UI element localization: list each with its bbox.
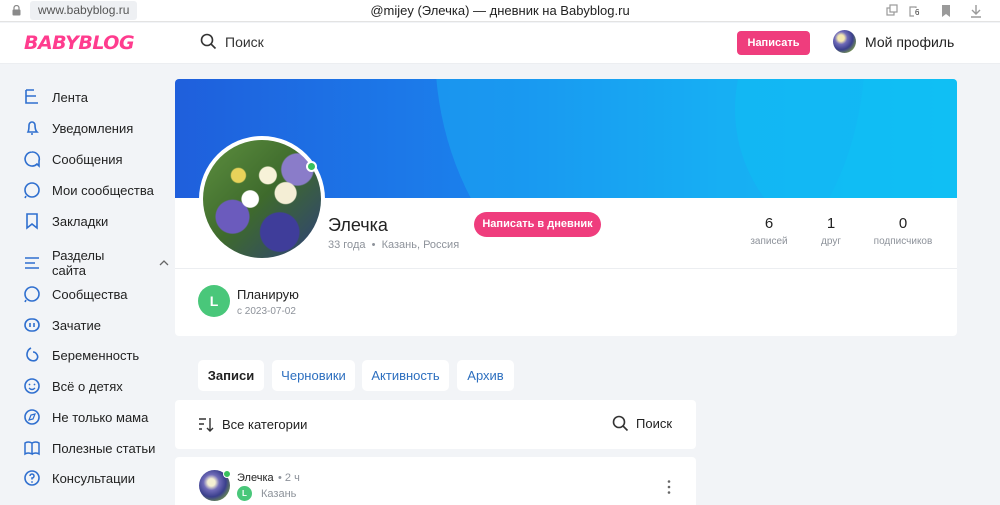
stat-friends[interactable]: 1 друг	[811, 215, 851, 247]
sidebar-item-sections[interactable]: Разделы сайта	[23, 248, 170, 278]
stat-posts[interactable]: 6 записей	[744, 215, 794, 247]
posts-filter-bar: Все категории Поиск	[175, 400, 696, 449]
chevron-up-icon[interactable]	[158, 257, 170, 269]
category-filter-label: Все категории	[222, 417, 308, 432]
sidebar-item-label: Полезные статьи	[52, 440, 156, 456]
sidebar-item-label: Лента	[52, 89, 88, 105]
book-icon	[24, 441, 40, 456]
sidebar-item-label: Всё о детях	[52, 378, 123, 394]
sidebar-item-label: Закладки	[52, 213, 109, 229]
sidebar: Лента Уведомления Сообщения Мои сообщест…	[0, 64, 170, 505]
post-separator: •	[278, 472, 282, 484]
status-date: с 2023-07-02	[237, 306, 296, 317]
profile-avatar[interactable]	[199, 136, 325, 262]
online-indicator	[306, 161, 317, 172]
stat-label: друг	[821, 236, 841, 247]
sidebar-item-notifications[interactable]: Уведомления	[23, 118, 133, 138]
posts-search-label: Поиск	[636, 416, 673, 431]
stat-value: 6	[764, 215, 774, 232]
avatar	[833, 30, 856, 53]
stat-label: подписчиков	[873, 236, 933, 247]
bookmark-star-icon[interactable]	[938, 3, 954, 19]
sidebar-item-my-communities[interactable]: Мои сообщества	[23, 180, 154, 200]
download-icon[interactable]	[968, 3, 984, 19]
tab-archive[interactable]: Архив	[457, 360, 514, 391]
sidebar-item-label: Беременность	[52, 347, 140, 363]
write-button[interactable]: Написать	[737, 31, 810, 55]
stat-label: записей	[750, 236, 788, 247]
copy-icon[interactable]	[884, 3, 900, 19]
header-search-label: Поиск	[225, 33, 264, 50]
site-header: BABYBLOG Поиск Написать Мой профиль	[0, 23, 1000, 64]
my-profile-label: Мой профиль	[865, 33, 955, 50]
smile-icon	[24, 378, 40, 394]
sidebar-item-label: Сообщения	[52, 151, 123, 167]
community-icon	[24, 182, 40, 199]
pregnancy-icon	[26, 347, 39, 362]
profile-location: Казань, Россия	[381, 239, 460, 251]
stat-value: 1	[826, 215, 836, 232]
sidebar-item-label: Уведомления	[52, 120, 134, 136]
profile-card: Элечка 33 года • Казань, Россия Написать…	[175, 79, 957, 336]
post-city: Казань	[261, 488, 297, 500]
search-icon	[200, 33, 217, 50]
header-search[interactable]: Поиск	[200, 33, 264, 50]
sidebar-item-label: Консультации	[52, 470, 136, 486]
sidebar-item-label: Зачатие	[52, 317, 101, 333]
sidebar-item-not-only-mom[interactable]: Не только мама	[23, 407, 148, 427]
community-icon	[24, 286, 40, 303]
sidebar-item-articles[interactable]: Полезные статьи	[23, 438, 155, 458]
question-icon	[24, 470, 40, 486]
post-time: • 2 ч	[278, 472, 300, 484]
online-indicator	[223, 470, 231, 478]
chat-icon	[24, 151, 41, 168]
sidebar-item-messages[interactable]: Сообщения	[23, 149, 123, 169]
sidebar-item-pregnancy[interactable]: Беременность	[23, 345, 139, 365]
tab-activity[interactable]: Активность	[362, 360, 449, 391]
sidebar-item-label: Мои сообщества	[52, 182, 154, 198]
profile-meta: 33 года • Казань, Россия	[328, 239, 459, 251]
home-icon	[25, 89, 38, 104]
conception-icon	[24, 318, 40, 332]
status-badge: L	[198, 285, 230, 317]
status-title: Планирую	[237, 287, 299, 302]
compass-icon	[24, 409, 40, 425]
meta-separator: •	[371, 239, 376, 251]
post-card[interactable]: Элечка • 2 ч L Казань	[175, 457, 696, 505]
more-options-icon[interactable]	[666, 479, 672, 495]
sidebar-item-conception[interactable]: Зачатие	[23, 315, 101, 335]
category-filter[interactable]: Все категории	[197, 416, 307, 433]
status-badge: L	[237, 486, 252, 501]
sort-icon	[199, 418, 214, 432]
tab-drafts[interactable]: Черновики	[272, 360, 355, 391]
my-profile-link[interactable]: Мой профиль	[833, 30, 954, 53]
sidebar-item-consultations[interactable]: Консультации	[23, 468, 135, 488]
divider	[175, 268, 957, 269]
sidebar-item-feed[interactable]: Лента	[23, 87, 88, 107]
browser-bar: www.babyblog.ru @mijey (Элечка) — дневни…	[0, 0, 1000, 22]
bookmark-icon	[26, 213, 38, 230]
profile-age: 33 года	[328, 239, 366, 251]
search-icon	[612, 415, 629, 432]
sidebar-item-label: Не только мама	[52, 409, 149, 425]
window-title: @mijey (Элечка) — дневник на Babyblog.ru	[370, 3, 630, 18]
profile-name: Элечка	[328, 215, 388, 235]
sidebar-item-kids[interactable]: Всё о детях	[23, 376, 123, 396]
post-author[interactable]: Элечка	[237, 472, 274, 484]
sidebar-item-label: Разделы сайта	[52, 248, 105, 278]
stat-followers[interactable]: 0 подписчиков	[868, 215, 938, 247]
sidebar-item-communities[interactable]: Сообщества	[23, 284, 128, 304]
posts-search[interactable]: Поиск	[612, 415, 672, 432]
post-time-value: 2 ч	[284, 472, 300, 484]
write-to-diary-button[interactable]: Написать в дневник	[474, 212, 601, 237]
menu-icon	[25, 257, 39, 269]
sidebar-item-bookmarks[interactable]: Закладки	[23, 211, 108, 231]
bell-icon	[26, 121, 39, 135]
tab-posts[interactable]: Записи	[198, 360, 264, 391]
stat-value: 0	[898, 215, 908, 232]
site-logo[interactable]: BABYBLOG	[24, 32, 135, 54]
sidebar-item-label: Сообщества	[52, 286, 128, 302]
extension-badge: 6	[914, 8, 921, 17]
